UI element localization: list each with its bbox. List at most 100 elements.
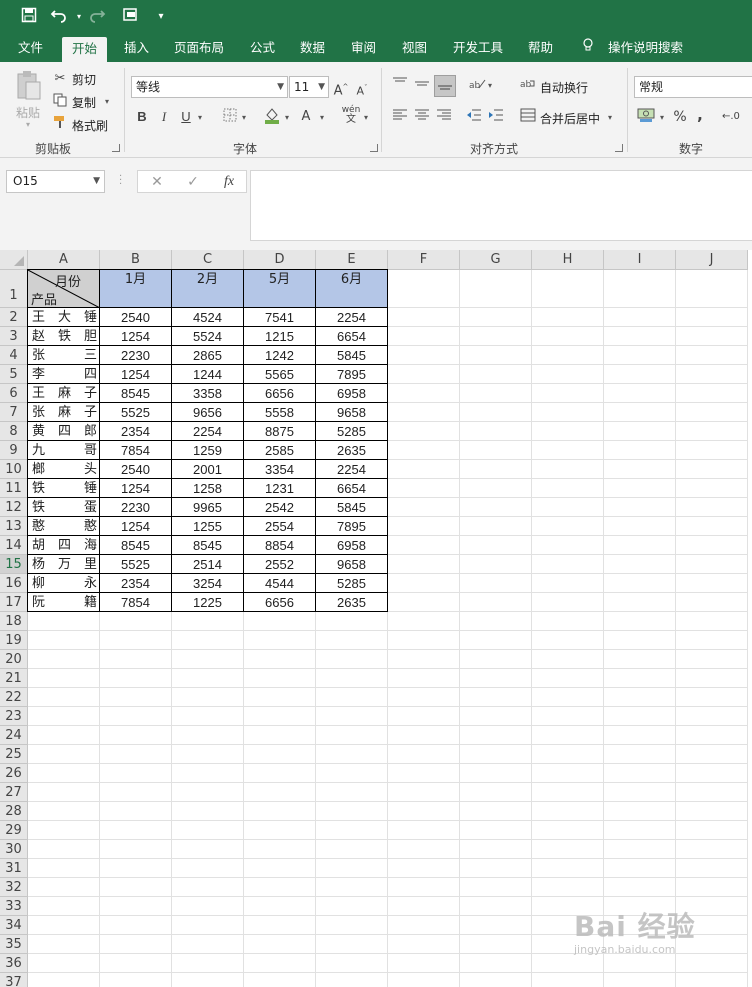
row-header[interactable]: 28 (0, 802, 28, 821)
cell[interactable] (460, 384, 532, 403)
product-name-cell[interactable]: 杨万里 (28, 555, 100, 574)
value-cell[interactable]: 2554 (244, 517, 316, 536)
cell[interactable] (172, 783, 244, 802)
column-header-e[interactable]: E (316, 250, 388, 270)
format-painter-button[interactable]: 格式刷 (72, 117, 108, 134)
cell[interactable] (316, 612, 388, 631)
cell[interactable] (676, 441, 748, 460)
name-box[interactable]: O15 ▼ (6, 170, 105, 193)
row-header[interactable]: 25 (0, 745, 28, 764)
value-cell[interactable]: 2254 (316, 460, 388, 479)
save-icon[interactable] (18, 7, 40, 27)
column-header-h[interactable]: H (532, 250, 604, 270)
value-cell[interactable]: 5525 (100, 555, 172, 574)
copy-dropdown-icon[interactable]: ▾ (105, 97, 109, 106)
cell[interactable] (172, 859, 244, 878)
fill-color-dropdown-icon[interactable]: ▾ (285, 113, 289, 122)
alignment-launcher-icon[interactable] (615, 144, 623, 152)
value-cell[interactable]: 2540 (100, 308, 172, 327)
cell[interactable] (100, 821, 172, 840)
cell[interactable] (532, 840, 604, 859)
cell[interactable] (604, 479, 676, 498)
tab-insert[interactable]: 插入 (114, 34, 159, 62)
cell[interactable] (388, 346, 460, 365)
cell[interactable] (604, 669, 676, 688)
cell[interactable] (172, 954, 244, 973)
cell[interactable] (100, 840, 172, 859)
row-header[interactable]: 15 (0, 555, 28, 574)
cell[interactable] (100, 612, 172, 631)
cell[interactable] (316, 802, 388, 821)
cell[interactable] (604, 270, 676, 308)
value-cell[interactable]: 5565 (244, 365, 316, 384)
cell[interactable] (460, 764, 532, 783)
cell[interactable] (460, 954, 532, 973)
product-name-cell[interactable]: 王大锤 (28, 308, 100, 327)
value-cell[interactable]: 6958 (316, 384, 388, 403)
cell[interactable] (460, 327, 532, 346)
value-cell[interactable]: 6958 (316, 536, 388, 555)
value-cell[interactable]: 9658 (316, 555, 388, 574)
percent-button[interactable]: % (672, 108, 688, 126)
row-header[interactable]: 19 (0, 631, 28, 650)
cell[interactable] (388, 973, 460, 987)
product-name-cell[interactable]: 张三 (28, 346, 100, 365)
cell[interactable] (676, 745, 748, 764)
cell[interactable] (28, 764, 100, 783)
cell[interactable] (460, 669, 532, 688)
undo-icon[interactable] (48, 7, 70, 27)
cell[interactable] (604, 783, 676, 802)
cell[interactable] (388, 821, 460, 840)
cell[interactable] (28, 840, 100, 859)
cell[interactable] (316, 669, 388, 688)
cell[interactable] (316, 688, 388, 707)
cell[interactable] (28, 878, 100, 897)
diagonal-header-cell[interactable]: 月份 产品 (28, 270, 100, 308)
cell[interactable] (604, 460, 676, 479)
column-header-j[interactable]: J (676, 250, 748, 270)
cell[interactable] (460, 802, 532, 821)
cell[interactable] (532, 802, 604, 821)
cell[interactable] (460, 555, 532, 574)
value-cell[interactable]: 6656 (244, 384, 316, 403)
cell[interactable] (676, 422, 748, 441)
cell[interactable] (244, 973, 316, 987)
cell[interactable] (604, 498, 676, 517)
align-right-icon[interactable] (435, 108, 453, 126)
cell[interactable] (28, 783, 100, 802)
value-cell[interactable]: 8545 (100, 384, 172, 403)
row-header[interactable]: 20 (0, 650, 28, 669)
decrease-indent-icon[interactable] (465, 108, 483, 126)
value-cell[interactable]: 8875 (244, 422, 316, 441)
row-header[interactable]: 26 (0, 764, 28, 783)
align-bottom-icon[interactable] (434, 75, 456, 97)
value-cell[interactable]: 5525 (100, 403, 172, 422)
month-header-cell[interactable]: 2月 (172, 270, 244, 308)
cell[interactable] (388, 403, 460, 422)
cell[interactable] (532, 574, 604, 593)
product-name-cell[interactable]: 李四 (28, 365, 100, 384)
value-cell[interactable]: 1254 (100, 365, 172, 384)
cell[interactable] (28, 745, 100, 764)
cell[interactable] (532, 422, 604, 441)
increase-indent-icon[interactable] (487, 108, 505, 126)
cell[interactable] (244, 783, 316, 802)
product-name-cell[interactable]: 王麻子 (28, 384, 100, 403)
cell[interactable] (532, 365, 604, 384)
value-cell[interactable]: 1255 (172, 517, 244, 536)
row-header[interactable]: 34 (0, 916, 28, 935)
cell[interactable] (676, 954, 748, 973)
cell[interactable] (244, 650, 316, 669)
value-cell[interactable]: 1242 (244, 346, 316, 365)
cell[interactable] (676, 574, 748, 593)
cell[interactable] (532, 327, 604, 346)
cell[interactable] (676, 688, 748, 707)
cell[interactable] (676, 555, 748, 574)
accounting-format-icon[interactable] (636, 107, 656, 125)
cell[interactable] (172, 650, 244, 669)
column-header-f[interactable]: F (388, 250, 460, 270)
cell[interactable] (604, 840, 676, 859)
value-cell[interactable]: 6654 (316, 327, 388, 346)
cell[interactable] (28, 802, 100, 821)
cell[interactable] (604, 536, 676, 555)
